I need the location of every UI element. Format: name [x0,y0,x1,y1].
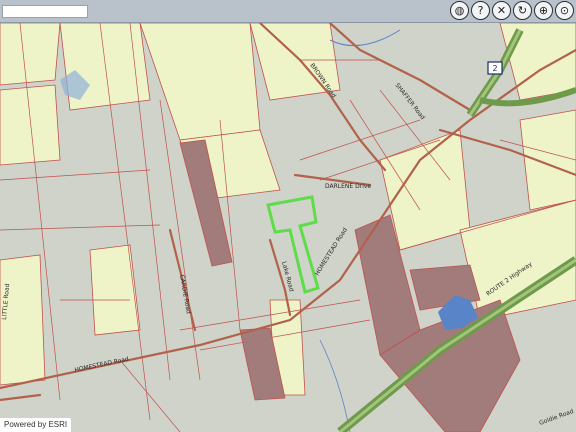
map-tools: ◍ ? ✕ ↻ ⊕ ⊙ [450,1,574,20]
full-extent-icon[interactable]: ⊙ [555,1,574,20]
road-label-darlene: DARLENE Drive [325,183,371,190]
globe-icon[interactable]: ◍ [450,1,469,20]
clear-icon[interactable]: ✕ [492,1,511,20]
parcel-map[interactable]: 2 HOMESTEAD Road HOMESTEAD Road DARLENE … [0,23,576,432]
map-toolbar: ◍ ? ✕ ↻ ⊕ ⊙ [0,0,576,23]
svg-text:2: 2 [492,64,497,73]
zoom-icon[interactable]: ⊕ [534,1,553,20]
route-shield-icon: 2 [487,61,503,75]
pan-icon[interactable]: ↻ [513,1,532,20]
search-input[interactable] [2,5,88,18]
map-canvas[interactable]: 2 HOMESTEAD Road HOMESTEAD Road DARLENE … [0,23,576,432]
esri-attribution[interactable]: Powered by ESRI [0,418,72,432]
help-icon[interactable]: ? [471,1,490,20]
